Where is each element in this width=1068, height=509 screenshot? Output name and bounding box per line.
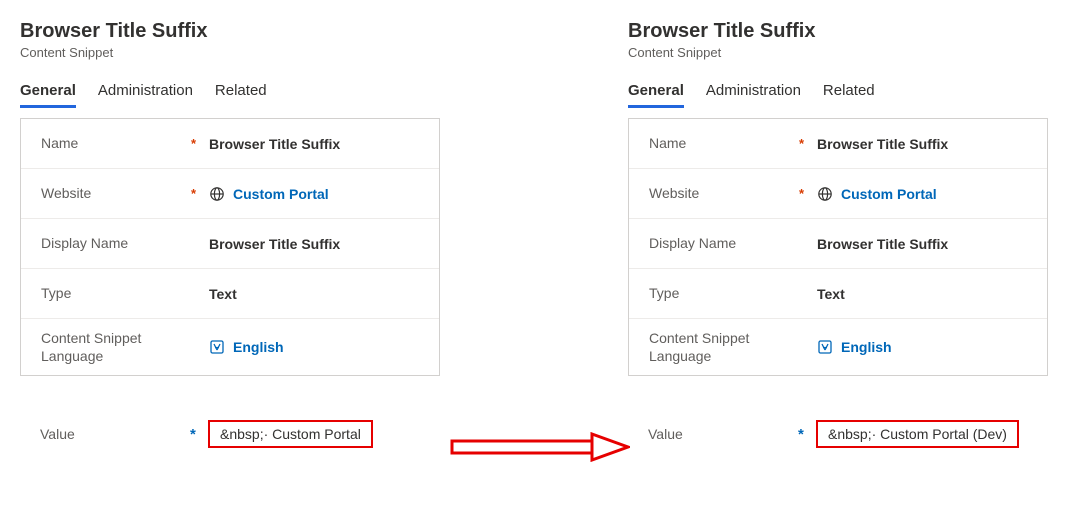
- entity-type-label: Content Snippet: [628, 45, 1048, 60]
- form-general: Name * Browser Title Suffix Website * Cu…: [628, 118, 1048, 376]
- field-label: Type: [41, 284, 191, 302]
- field-label: Display Name: [41, 234, 191, 252]
- field-label: Name: [649, 134, 799, 152]
- field-value: Browser Title Suffix: [209, 136, 419, 152]
- field-label: Website: [649, 184, 799, 202]
- value-highlight: &nbsp;· Custom Portal: [208, 420, 373, 448]
- field-value: &nbsp;· Custom Portal (Dev): [828, 426, 1007, 442]
- field-name[interactable]: Name * Browser Title Suffix: [21, 119, 439, 169]
- language-icon: [817, 339, 833, 355]
- tab-related[interactable]: Related: [823, 78, 875, 108]
- field-display-name[interactable]: Display Name Browser Title Suffix: [21, 219, 439, 269]
- field-type[interactable]: Type Text: [629, 269, 1047, 319]
- panel-after: Browser Title Suffix Content Snippet Gen…: [628, 20, 1048, 448]
- value-highlight: &nbsp;· Custom Portal (Dev): [816, 420, 1019, 448]
- entity-type-label: Content Snippet: [20, 45, 440, 60]
- field-display-name[interactable]: Display Name Browser Title Suffix: [629, 219, 1047, 269]
- field-value-row[interactable]: Value * &nbsp;· Custom Portal (Dev): [628, 402, 1048, 448]
- field-label: Value: [40, 426, 190, 442]
- field-website[interactable]: Website * Custom Portal: [629, 169, 1047, 219]
- required-mark: *: [191, 136, 209, 151]
- tab-administration[interactable]: Administration: [98, 78, 193, 108]
- tabs: General Administration Related: [628, 78, 1048, 108]
- field-label: Display Name: [649, 234, 799, 252]
- required-mark: *: [799, 136, 817, 151]
- tab-administration[interactable]: Administration: [706, 78, 801, 108]
- field-label: Website: [41, 184, 191, 202]
- globe-icon: [209, 186, 225, 202]
- field-value-row[interactable]: Value * &nbsp;· Custom Portal: [20, 402, 440, 448]
- lookup-value[interactable]: Custom Portal: [209, 186, 419, 202]
- lookup-text: Custom Portal: [841, 186, 937, 202]
- field-name[interactable]: Name * Browser Title Suffix: [629, 119, 1047, 169]
- lookup-text: English: [233, 339, 284, 355]
- field-language[interactable]: Content Snippet Language English: [21, 319, 439, 375]
- field-value: Text: [209, 286, 419, 302]
- field-label: Type: [649, 284, 799, 302]
- field-value: Browser Title Suffix: [209, 236, 419, 252]
- field-value: Browser Title Suffix: [817, 136, 1027, 152]
- field-label: Value: [648, 426, 798, 442]
- required-mark: *: [191, 186, 209, 201]
- tab-general[interactable]: General: [20, 78, 76, 108]
- page-title: Browser Title Suffix: [628, 20, 1048, 43]
- field-label: Content Snippet Language: [649, 329, 799, 365]
- tab-related[interactable]: Related: [215, 78, 267, 108]
- field-website[interactable]: Website * Custom Portal: [21, 169, 439, 219]
- panel-before: Browser Title Suffix Content Snippet Gen…: [20, 20, 440, 448]
- tabs: General Administration Related: [20, 78, 440, 108]
- field-value: &nbsp;· Custom Portal: [220, 426, 361, 442]
- field-language[interactable]: Content Snippet Language English: [629, 319, 1047, 375]
- required-mark: *: [798, 426, 816, 443]
- lookup-value[interactable]: Custom Portal: [817, 186, 1027, 202]
- tab-general[interactable]: General: [628, 78, 684, 108]
- page-title: Browser Title Suffix: [20, 20, 440, 43]
- field-label: Content Snippet Language: [41, 329, 191, 365]
- required-mark: *: [799, 186, 817, 201]
- language-icon: [209, 339, 225, 355]
- arrow-annotation: [450, 432, 630, 462]
- field-value: Text: [817, 286, 1027, 302]
- lookup-value[interactable]: English: [209, 339, 419, 355]
- field-type[interactable]: Type Text: [21, 269, 439, 319]
- globe-icon: [817, 186, 833, 202]
- lookup-value[interactable]: English: [817, 339, 1027, 355]
- field-label: Name: [41, 134, 191, 152]
- lookup-text: Custom Portal: [233, 186, 329, 202]
- form-general: Name * Browser Title Suffix Website * Cu…: [20, 118, 440, 376]
- lookup-text: English: [841, 339, 892, 355]
- field-value: Browser Title Suffix: [817, 236, 1027, 252]
- required-mark: *: [190, 426, 208, 443]
